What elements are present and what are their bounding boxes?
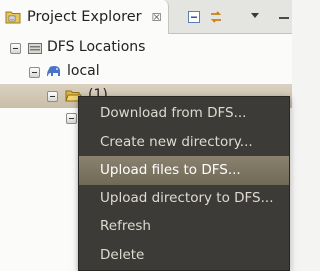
tree-node-dfs-locations[interactable]: DFS Locations bbox=[0, 36, 292, 60]
menu-item-download-from-dfs[interactable]: Download from DFS... bbox=[79, 99, 289, 128]
view-menu-icon[interactable] bbox=[248, 9, 262, 23]
menu-item-delete[interactable]: Delete bbox=[79, 241, 289, 270]
collapse-all-icon[interactable] bbox=[186, 9, 202, 25]
menu-item-create-new-directory[interactable]: Create new directory... bbox=[79, 128, 289, 157]
collapse-toggle-icon[interactable] bbox=[47, 91, 58, 102]
tree-node-local[interactable]: local bbox=[0, 60, 292, 84]
menu-item-upload-directory-to-dfs[interactable]: Upload directory to DFS... bbox=[79, 184, 289, 213]
minimize-icon[interactable] bbox=[276, 9, 292, 25]
link-with-editor-icon[interactable] bbox=[208, 9, 224, 25]
menu-item-refresh[interactable]: Refresh bbox=[79, 212, 289, 241]
close-icon[interactable]: ☒ bbox=[152, 11, 162, 24]
dfs-locations-icon bbox=[27, 40, 43, 60]
view-header: Project Explorer ☒ bbox=[0, 0, 292, 34]
context-menu: Download from DFS... Create new director… bbox=[78, 96, 290, 271]
collapse-toggle-icon[interactable] bbox=[66, 113, 77, 124]
tab-project-explorer[interactable]: Project Explorer ☒ bbox=[0, 0, 169, 34]
menu-item-upload-files-to-dfs[interactable]: Upload files to DFS... bbox=[79, 156, 289, 185]
tree-node-label: local bbox=[67, 63, 100, 79]
project-explorer-icon bbox=[5, 9, 21, 25]
tree-node-label: DFS Locations bbox=[47, 39, 146, 55]
tab-title: Project Explorer bbox=[27, 9, 142, 25]
collapse-toggle-icon[interactable] bbox=[29, 67, 40, 78]
hadoop-elephant-icon bbox=[46, 64, 63, 84]
collapse-toggle-icon[interactable] bbox=[10, 43, 21, 54]
